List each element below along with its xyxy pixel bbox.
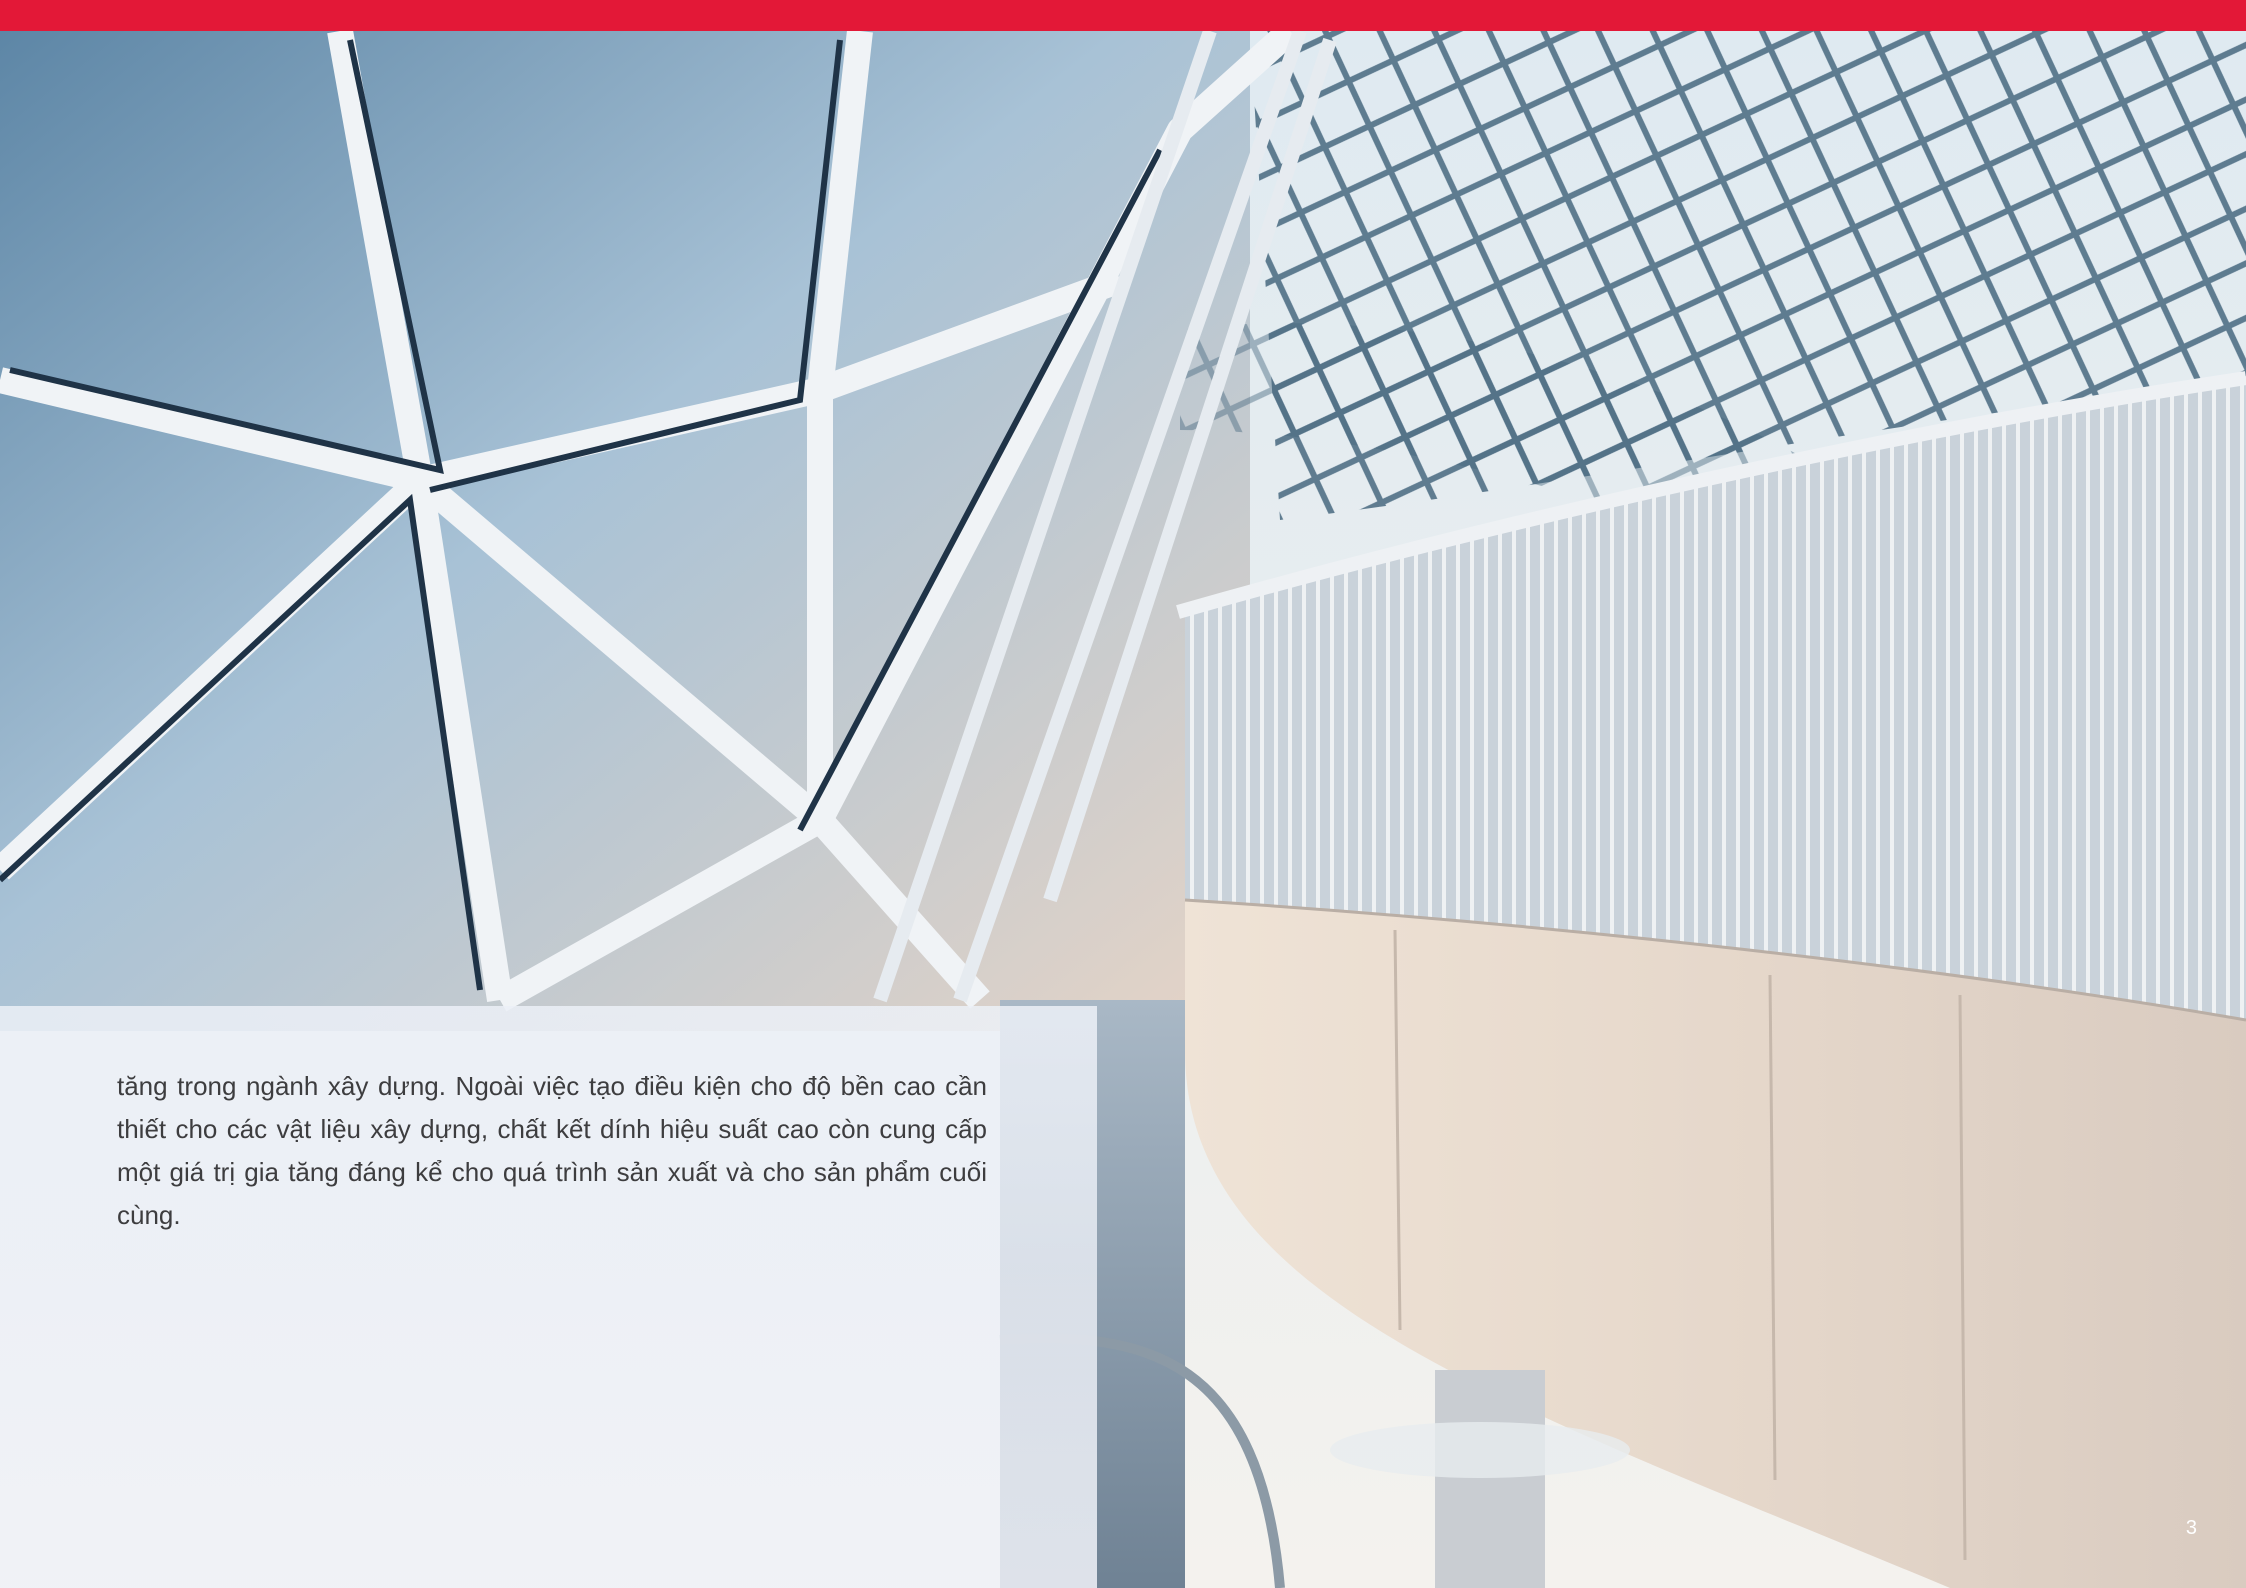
- body-paragraph: tăng trong ngành xây dựng. Ngoài việc tạ…: [117, 1071, 987, 1230]
- top-accent-bar: [0, 0, 2246, 31]
- page-number: 3: [2185, 1517, 2197, 1539]
